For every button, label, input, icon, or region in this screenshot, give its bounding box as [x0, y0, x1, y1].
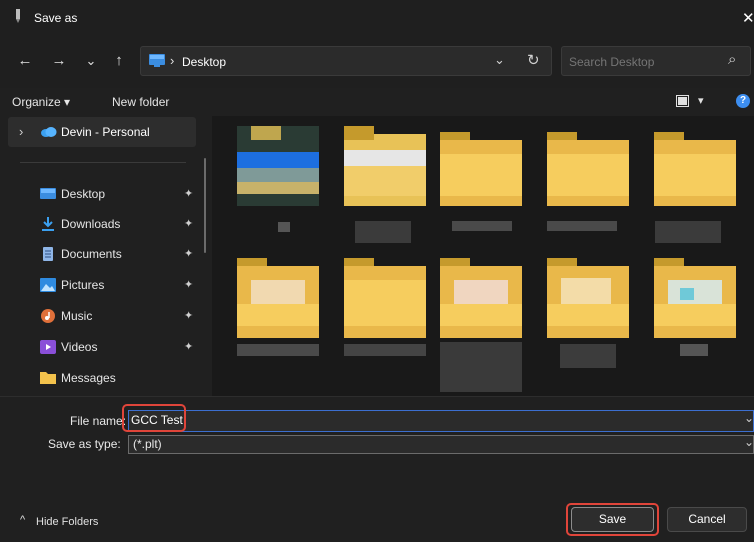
save-as-type-select[interactable] — [128, 435, 754, 454]
sidebar-item-label: Pictures — [61, 278, 105, 292]
close-icon[interactable]: ✕ — [742, 9, 754, 27]
sidebar-item-label: Music — [61, 309, 93, 323]
search-icon[interactable]: ⌕ — [728, 51, 736, 68]
address-dropdown-icon[interactable]: ⌄ — [494, 52, 505, 68]
folder-label — [344, 344, 426, 356]
chevron-up-icon[interactable]: ^ — [20, 514, 25, 526]
pin-icon: ✦ — [184, 341, 194, 353]
folder-item[interactable] — [654, 258, 736, 338]
folder-label — [452, 221, 512, 231]
organize-button[interactable]: Organize ▾ — [12, 95, 70, 109]
view-icon — [676, 95, 689, 107]
search-input[interactable] — [567, 50, 721, 74]
sidebar-item-label: Devin - Personal — [61, 125, 150, 139]
folder-item[interactable] — [344, 258, 426, 338]
save-as-type-dropdown-icon[interactable]: ⌄ — [744, 435, 754, 449]
file-label — [278, 222, 290, 232]
folder-label — [237, 344, 319, 356]
file-item[interactable] — [237, 126, 319, 206]
sidebar-divider — [20, 162, 186, 163]
view-caret-icon: ▾ — [698, 95, 704, 107]
breadcrumb-desktop[interactable]: Desktop — [182, 55, 226, 69]
folder-label — [655, 221, 721, 243]
pin-icon: ✦ — [184, 310, 194, 322]
new-folder-button[interactable]: New folder — [112, 95, 169, 109]
desktop-icon — [149, 54, 165, 67]
folder-label — [560, 344, 616, 368]
file-name-dropdown-icon[interactable]: ⌄ — [744, 411, 754, 425]
desktop-icon — [40, 188, 56, 199]
refresh-icon[interactable]: ↻ — [527, 51, 540, 69]
file-name-field[interactable] — [128, 410, 754, 432]
sidebar-scrollbar[interactable] — [204, 158, 206, 253]
hide-folders-button[interactable]: Hide Folders — [36, 516, 98, 528]
path-separator: › — [170, 53, 175, 68]
save-as-type-value: (*.plt) — [133, 437, 162, 451]
cloud-icon — [41, 127, 57, 137]
view-options-button[interactable]: ▾ — [676, 94, 706, 110]
file-name-label: File name: — [70, 414, 127, 428]
sidebar-item-music[interactable] — [8, 302, 196, 328]
recent-locations-icon[interactable]: ⌄ — [80, 50, 102, 72]
up-icon[interactable]: ↑ — [108, 50, 130, 72]
folder-item[interactable] — [547, 258, 629, 338]
window-title: Save as — [34, 11, 78, 25]
sidebar-item-label: Videos — [61, 340, 98, 354]
expand-chevron-icon[interactable]: › — [19, 124, 23, 139]
folder-item[interactable] — [654, 126, 736, 206]
folder-item[interactable] — [237, 258, 319, 338]
title-bar — [0, 0, 754, 38]
pen-icon — [16, 9, 20, 23]
folder-label — [547, 221, 617, 231]
sidebar-item-label: Desktop — [61, 187, 106, 201]
cancel-button[interactable]: Cancel — [667, 507, 747, 532]
file-item[interactable] — [344, 126, 426, 206]
sidebar-item-videos[interactable] — [8, 333, 196, 359]
back-icon[interactable]: ← — [14, 50, 36, 72]
pin-icon: ✦ — [184, 188, 194, 200]
folder-label — [440, 342, 522, 392]
file-label — [355, 221, 411, 243]
folder-item[interactable] — [547, 126, 629, 206]
save-as-type-label: Save as type: — [48, 437, 121, 451]
sidebar-item-label: Messages — [61, 371, 116, 385]
sidebar-item-label: Documents — [61, 247, 122, 261]
pin-icon: ✦ — [184, 248, 194, 260]
pin-icon: ✦ — [184, 279, 194, 291]
folder-label — [680, 344, 708, 356]
help-button[interactable]: ? — [736, 94, 750, 108]
folder-item[interactable] — [440, 258, 522, 338]
save-button[interactable]: Save — [571, 507, 654, 532]
file-name-value: GCC Test — [131, 413, 183, 427]
pin-icon: ✦ — [184, 218, 194, 230]
forward-icon[interactable]: → — [48, 50, 70, 72]
folder-item[interactable] — [440, 126, 522, 206]
sidebar-item-label: Downloads — [61, 217, 121, 231]
